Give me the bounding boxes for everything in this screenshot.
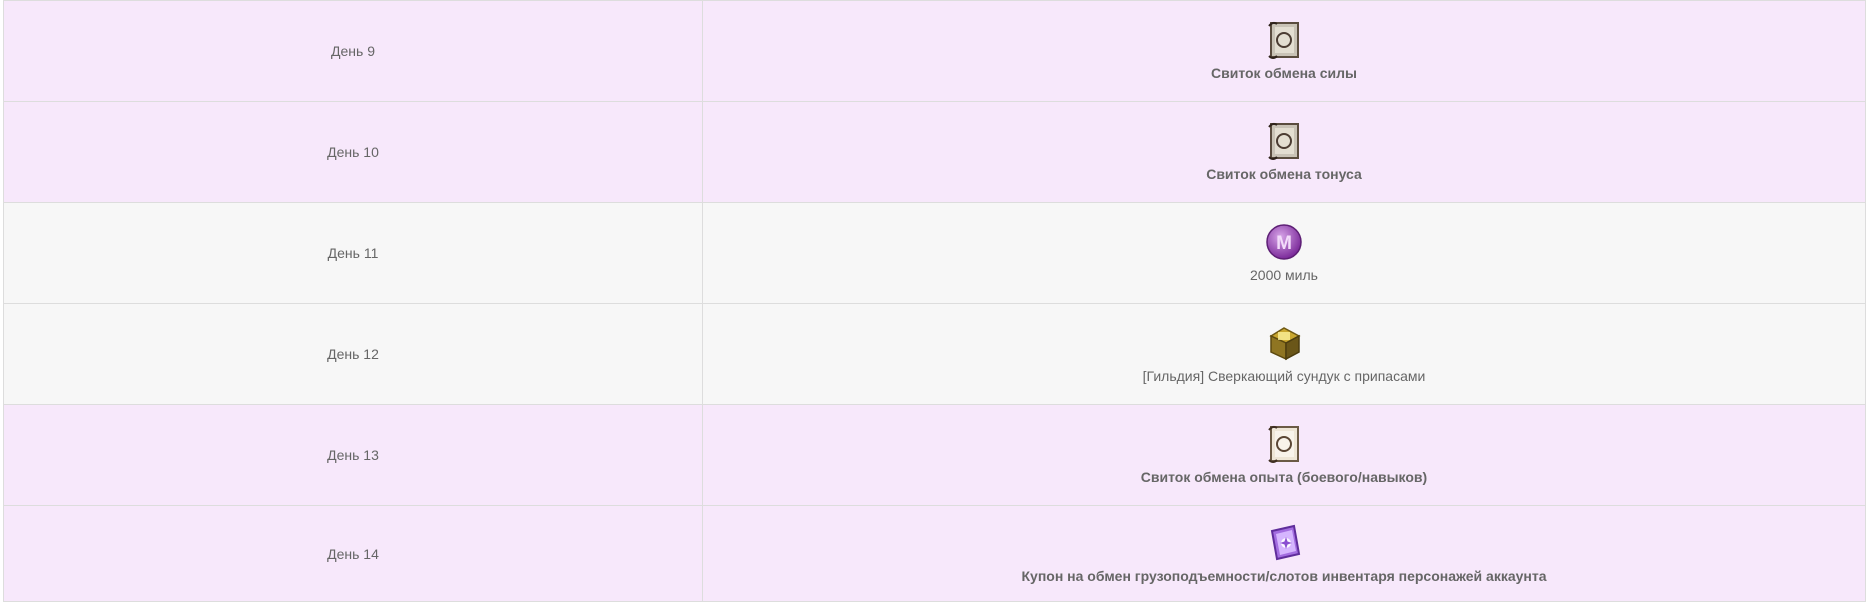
day-label: День 11 [3,202,703,304]
table-row: День 11 M 2000 миль [3,202,1866,304]
rewards-table: День 9 Свиток обмена силы День 10 Свиток… [3,0,1866,602]
reward-cell: Купон на обмен грузоподъемности/слотов и… [702,505,1866,602]
treasure-chest-icon [1269,327,1301,361]
day-label: День 14 [3,505,703,602]
reward-cell: [Гильдия] Сверкающий сундук с припасами [702,303,1866,405]
light-scroll-icon [1268,425,1299,463]
scroll-icon [1268,21,1299,59]
reward-cell: M 2000 миль [702,202,1866,304]
table-row: День 13 Свиток обмена опыта (боевого/нав… [3,404,1866,506]
day-label: День 12 [3,303,703,405]
table-row: День 12 [Гильдия] Сверкающий сундук с пр… [3,303,1866,405]
mile-coin-icon: M [1266,224,1302,260]
reward-name: Свиток обмена опыта (боевого/навыков) [1140,469,1428,485]
day-label: День 13 [3,404,703,506]
scroll-icon [1268,122,1299,160]
table-row: День 10 Свиток обмена тонуса [3,101,1866,203]
reward-name: 2000 миль [1250,267,1318,283]
reward-name: Свиток обмена силы [1211,65,1357,81]
svg-text:M: M [1276,233,1292,254]
day-label: День 10 [3,101,703,203]
reward-cell: Свиток обмена силы [702,0,1866,102]
reward-cell: Свиток обмена опыта (боевого/навыков) [702,404,1866,506]
reward-name: Купон на обмен грузоподъемности/слотов и… [1021,567,1547,584]
reward-cell: Свиток обмена тонуса [702,101,1866,203]
table-row: День 14 Купон на обмен грузоподъемности/… [3,505,1866,602]
reward-name: Свиток обмена тонуса [1206,166,1362,182]
table-row: День 9 Свиток обмена силы [3,0,1866,102]
day-label: День 9 [3,0,703,102]
reward-name: [Гильдия] Сверкающий сундук с припасами [1142,368,1426,384]
coupon-icon [1270,524,1301,560]
